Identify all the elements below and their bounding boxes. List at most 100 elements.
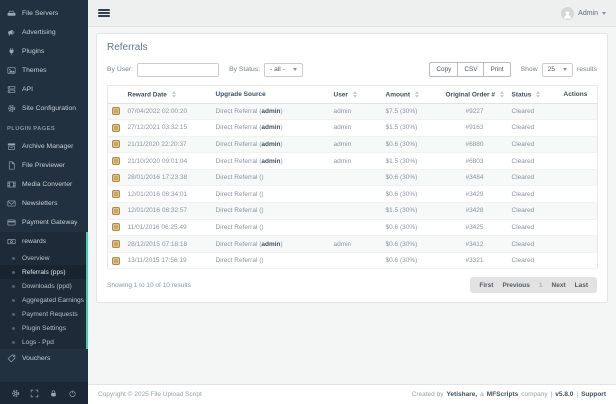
cell-amount: $0.6 (30%) <box>382 169 442 186</box>
show-count-select[interactable]: 25 <box>542 63 573 77</box>
cell-reward-date: 21/10/2020 09:01:04 <box>124 153 212 170</box>
sidebar-item-file-previewer[interactable]: File Previewer <box>0 156 88 175</box>
cell-amount: $1.5 (30%) <box>382 203 442 220</box>
col-reward-date[interactable]: Reward Date <box>124 86 212 104</box>
col-user[interactable]: User <box>330 86 382 104</box>
table-row[interactable]: 12/01/2016 08:34:01 Direct Referral () $… <box>108 186 598 203</box>
sidebar-subitem-downloads-ppd[interactable]: Downloads (ppd) <box>0 279 86 293</box>
cell-amount: $1.5 (30%) <box>382 153 442 170</box>
cell-upgrade-source: Direct Referral (admin) <box>212 136 330 153</box>
hamburger-menu-icon[interactable] <box>98 9 110 18</box>
sidebar-item-plugins[interactable]: Plugins <box>0 42 88 61</box>
col-status[interactable]: Status <box>508 86 560 104</box>
sidebar-item-label: File Servers <box>22 10 77 17</box>
cell-status: Cleared <box>508 103 560 120</box>
cell-upgrade-source: Direct Referral (admin) <box>212 120 330 137</box>
sidebar-item-newsletters[interactable]: Newsletters <box>0 194 88 213</box>
referral-icon <box>112 257 120 265</box>
cell-actions <box>560 120 598 137</box>
cell-amount: $0.6 (30%) <box>382 186 442 203</box>
sidebar-subitem-payment-requests[interactable]: Payment Requests <box>0 307 86 321</box>
table-row[interactable]: 07/04/2022 02:00:20 Direct Referral (adm… <box>108 103 598 120</box>
cell-reward-date: 12/01/2016 08:32:57 <box>124 203 212 220</box>
bullet-dot-icon <box>12 299 15 302</box>
referral-icon <box>112 190 120 198</box>
chevron-down-icon <box>563 68 567 71</box>
sidebar-item-site-configuration[interactable]: Site Configuration <box>0 99 88 118</box>
cell-reward-date: 27/12/2021 03:32:15 <box>124 120 212 137</box>
by-user-label: By User: <box>107 66 133 73</box>
expand-icon[interactable] <box>30 389 40 398</box>
rewards-menu-group: rewards Overview Referrals (pps) Downloa… <box>0 232 88 349</box>
table-row[interactable]: 21/10/2020 09:01:04 Direct Referral (adm… <box>108 153 598 170</box>
cell-amount: $1.5 (30%) <box>382 120 442 137</box>
referral-icon <box>112 240 120 248</box>
sort-icon <box>536 91 540 99</box>
table-footer: Showing 1 to 10 of 10 results First Prev… <box>107 277 597 293</box>
lock-icon[interactable] <box>49 389 59 398</box>
table-row[interactable]: 27/12/2021 03:32:15 Direct Referral (adm… <box>108 120 598 137</box>
bullet-dot-icon <box>12 271 15 274</box>
hdd-icon <box>7 9 17 18</box>
cell-actions <box>560 169 598 186</box>
support-link[interactable]: Support <box>581 391 606 398</box>
sort-icon <box>172 91 176 99</box>
sidebar-item-advertising[interactable]: Advertising <box>0 23 88 42</box>
sidebar-item-api[interactable]: API <box>0 80 88 99</box>
cell-upgrade-source: Direct Referral () <box>212 169 330 186</box>
referral-icon <box>112 107 120 115</box>
cell-status: Cleared <box>508 252 560 269</box>
created-by-text: Created by <box>412 391 444 398</box>
power-icon[interactable] <box>68 389 78 398</box>
subitem-label: Logs - Ppd <box>22 339 54 346</box>
table-row[interactable]: 13/11/2015 17:56:19 Direct Referral () $… <box>108 252 598 269</box>
csv-button[interactable]: CSV <box>458 62 484 77</box>
table-row[interactable]: 28/01/2016 17:23:38 Direct Referral () $… <box>108 169 598 186</box>
copy-button[interactable]: Copy <box>429 62 458 77</box>
cell-actions <box>560 103 598 120</box>
by-user-input[interactable] <box>137 63 219 77</box>
sidebar-item-label: File Previewer <box>22 162 77 169</box>
cell-user: admin <box>330 153 382 170</box>
credits-mid-text: a <box>480 391 484 398</box>
print-button[interactable]: Print <box>484 62 510 77</box>
pagination-previous[interactable]: Previous <box>502 282 529 289</box>
sidebar-item-rewards[interactable]: rewards <box>0 232 86 251</box>
avatar <box>561 7 574 20</box>
sidebar: File Servers Advertising Plugins Themes <box>0 0 88 404</box>
referral-icon <box>112 157 120 165</box>
mfscripts-link[interactable]: MFScripts <box>487 391 518 398</box>
sidebar-item-file-servers[interactable]: File Servers <box>0 4 88 23</box>
sidebar-subitem-aggregated-earnings[interactable]: Aggregated Earnings <box>0 293 86 307</box>
table-row[interactable]: 21/11/2020 22:20:37 Direct Referral (adm… <box>108 136 598 153</box>
sidebar-subitem-plugin-settings[interactable]: Plugin Settings <box>0 321 86 335</box>
sidebar-item-themes[interactable]: Themes <box>0 61 88 80</box>
col-original-order[interactable]: Original Order # <box>442 86 508 104</box>
sidebar-item-label: Archive Manager <box>22 143 77 150</box>
sidebar-subitem-referrals-pps[interactable]: Referrals (pps) <box>0 265 86 279</box>
pagination-first[interactable]: First <box>479 282 493 289</box>
sidebar-item-vouchers[interactable]: Vouchers <box>0 349 88 368</box>
cell-order: #6880 <box>442 136 508 153</box>
yetishare-link[interactable]: Yetishare, <box>446 391 477 398</box>
sidebar-subitem-overview[interactable]: Overview <box>0 251 86 265</box>
sidebar-item-archive-manager[interactable]: Archive Manager <box>0 137 88 156</box>
user-menu[interactable]: Admin <box>561 7 606 20</box>
sidebar-item-media-converter[interactable]: Media Converter <box>0 175 88 194</box>
col-amount[interactable]: Amount <box>382 86 442 104</box>
bullet-dot-icon <box>12 341 15 344</box>
col-upgrade-source[interactable]: Upgrade Source <box>212 86 330 104</box>
gear-icon[interactable] <box>11 389 21 398</box>
table-row[interactable]: 28/12/2015 07:18:18 Direct Referral (adm… <box>108 236 598 253</box>
sidebar-item-label: Site Configuration <box>22 105 77 112</box>
table-row[interactable]: 11/01/2016 06:25:49 Direct Referral () $… <box>108 219 598 236</box>
referral-icon <box>112 140 120 148</box>
pagination-last[interactable]: Last <box>575 282 588 289</box>
status-select[interactable]: - all - <box>264 63 303 77</box>
cell-status: Cleared <box>508 236 560 253</box>
sidebar-item-payment-gateways[interactable]: Payment Gateways <box>0 213 88 232</box>
table-row[interactable]: 12/01/2016 08:32:57 Direct Referral () $… <box>108 203 598 220</box>
sidebar-subitem-logs-ppd[interactable]: Logs - Ppd <box>0 335 86 349</box>
pagination-next[interactable]: Next <box>552 282 566 289</box>
table-header-row: Reward Date Upgrade Source User Amount O… <box>108 86 598 104</box>
